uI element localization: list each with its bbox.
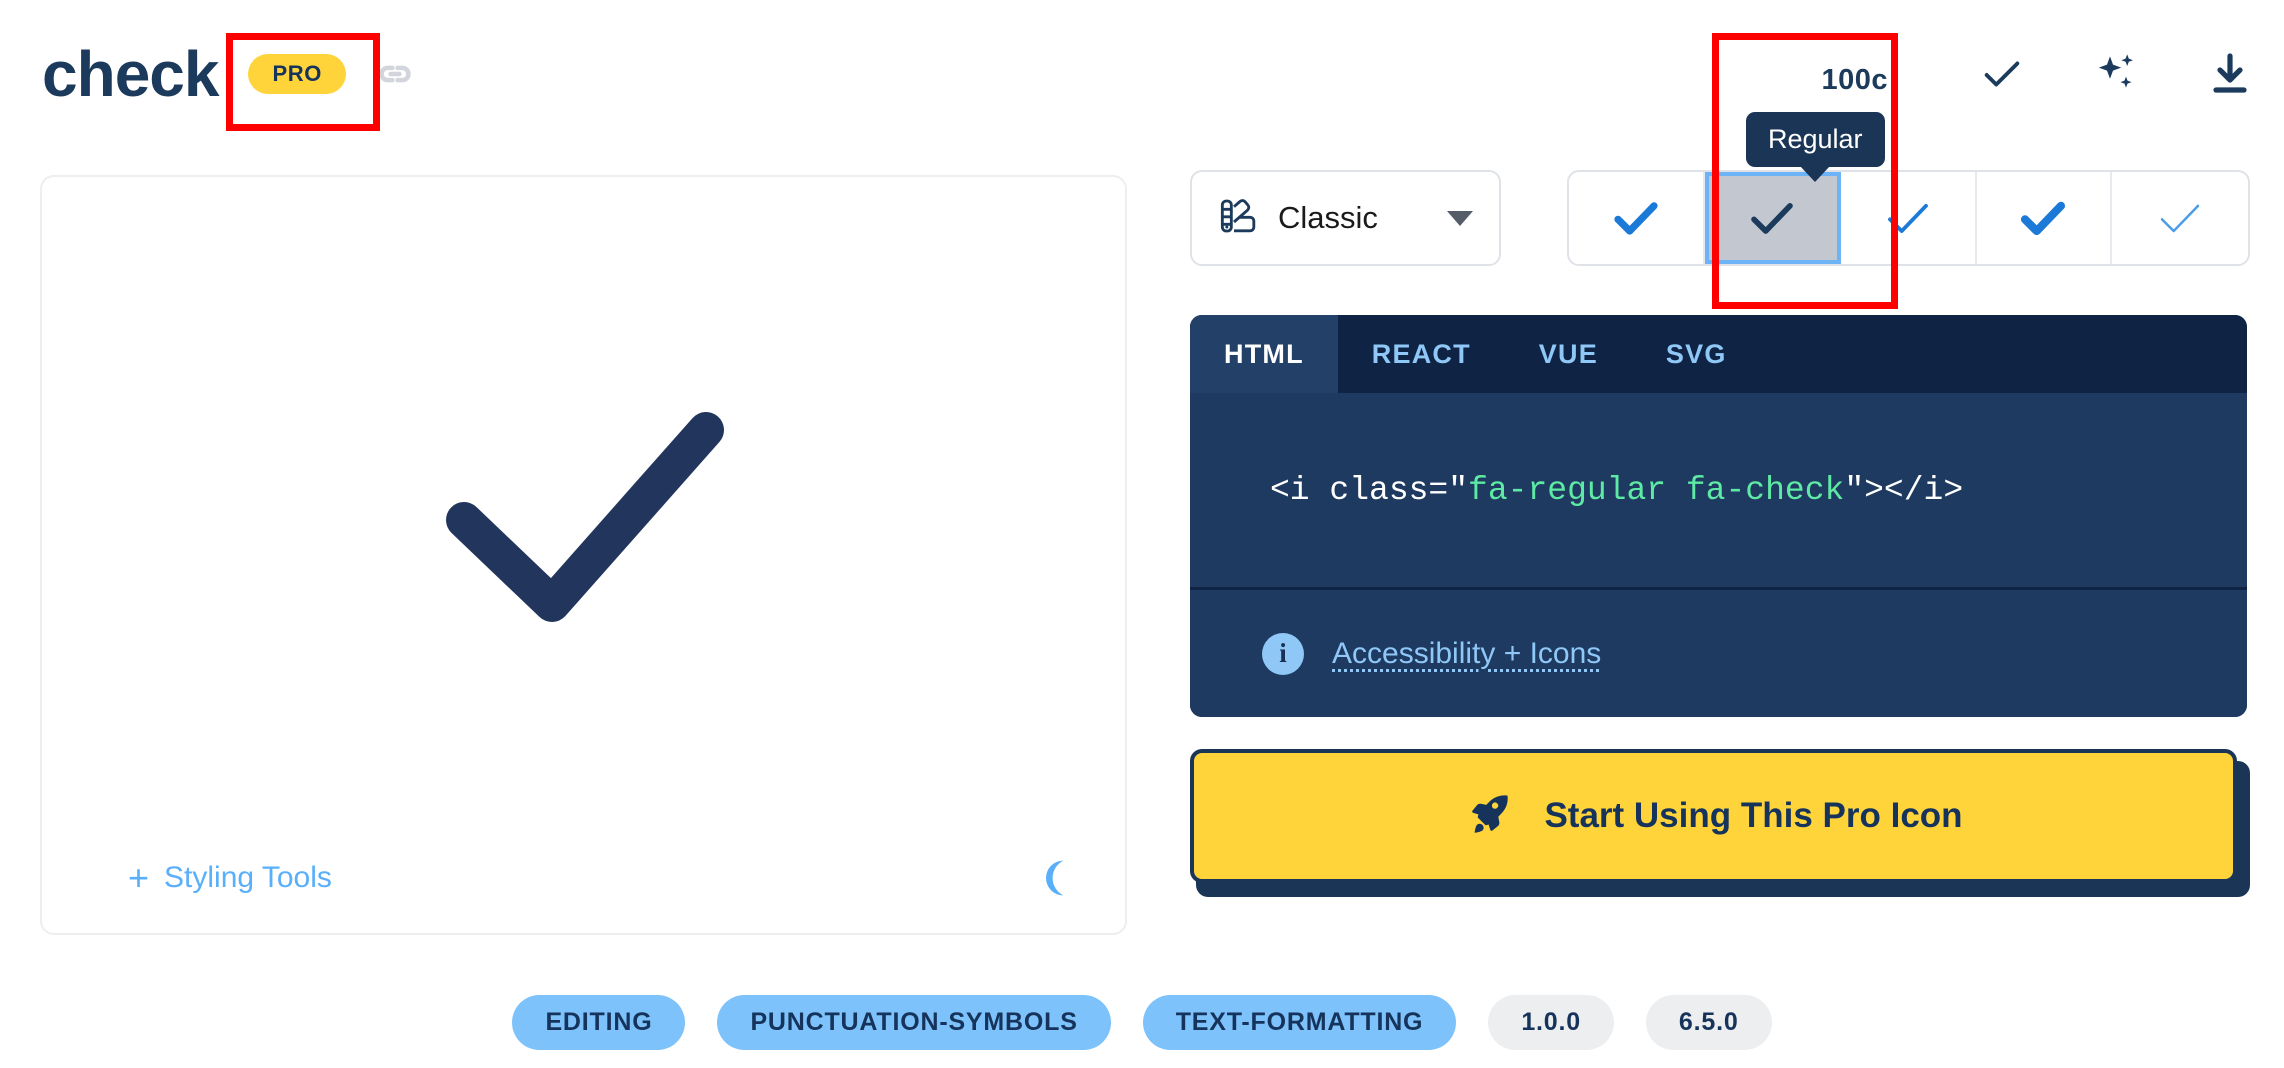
icon-preview-stage — [42, 177, 1125, 837]
tab-svg[interactable]: SVG — [1632, 315, 1761, 393]
style-picker — [1567, 170, 2250, 266]
tab-html[interactable]: HTML — [1190, 315, 1338, 393]
style-name-label: 100c — [1821, 64, 1888, 96]
tag-version-current[interactable]: 6.5.0 — [1645, 995, 1772, 1050]
code-class-value: fa-regular fa-check — [1468, 471, 1845, 509]
icon-preview-panel: + Styling Tools — [40, 175, 1127, 935]
header-tool-group — [1976, 48, 2256, 100]
cta-label: Start Using This Pro Icon — [1544, 796, 1963, 835]
pro-badge[interactable]: PRO — [248, 54, 346, 94]
code-panel: HTML REACT VUE SVG <i class=" fa-regular … — [1190, 315, 2247, 717]
style-controls-row: Classic — [1190, 170, 2250, 282]
chevron-down-icon — [1447, 210, 1474, 226]
link-icon[interactable] — [374, 53, 416, 95]
style-tooltip: Regular — [1746, 112, 1885, 167]
style-option-regular[interactable] — [1705, 172, 1841, 264]
preview-footer: + Styling Tools — [42, 823, 1125, 933]
tab-react[interactable]: REACT — [1338, 315, 1505, 393]
moon-icon[interactable] — [1035, 856, 1079, 900]
styling-tools-label: Styling Tools — [164, 861, 332, 894]
tag-editing[interactable]: EDITING — [512, 995, 686, 1050]
swatch-icon — [1218, 196, 1258, 241]
ai-sparkles-icon[interactable] — [2090, 48, 2142, 100]
style-option-thin[interactable] — [2112, 172, 2248, 264]
tab-vue[interactable]: VUE — [1505, 315, 1632, 393]
tag-text-formatting[interactable]: TEXT-FORMATTING — [1142, 995, 1457, 1050]
download-icon[interactable] — [2204, 48, 2256, 100]
code-suffix: "></i> — [1844, 471, 1964, 509]
family-select[interactable]: Classic — [1190, 170, 1502, 266]
code-prefix: <i class=" — [1270, 471, 1469, 509]
accessibility-link[interactable]: Accessibility + Icons — [1332, 637, 1601, 671]
family-select-value: Classic — [1278, 200, 1378, 235]
start-using-pro-icon-button[interactable]: Start Using This Pro Icon — [1190, 749, 2237, 883]
code-tabs: HTML REACT VUE SVG — [1190, 315, 2247, 393]
preview-check-glyph — [445, 412, 724, 622]
tag-row: EDITING PUNCTUATION-SYMBOLS TEXT-FORMATT… — [0, 995, 2284, 1050]
icon-config-column: Classic HTML REACT VUE SVG <i class=" fa… — [1190, 170, 2250, 897]
info-icon: i — [1262, 632, 1304, 675]
tag-punctuation-symbols[interactable]: PUNCTUATION-SYMBOLS — [717, 995, 1111, 1050]
preview-check-icon[interactable] — [1976, 48, 2028, 100]
page-header: check PRO 100c — [0, 0, 2284, 150]
icon-title-group: check PRO — [42, 42, 416, 106]
rocket-icon — [1464, 789, 1514, 844]
accessibility-row: i Accessibility + Icons — [1190, 590, 2247, 717]
style-option-light[interactable] — [1841, 172, 1977, 264]
page-title: check — [42, 38, 219, 110]
cta-wrapper: Start Using This Pro Icon — [1190, 749, 2250, 897]
plus-icon: + — [128, 857, 150, 898]
tag-version-added[interactable]: 1.0.0 — [1488, 995, 1614, 1050]
code-snippet[interactable]: <i class=" fa-regular fa-check "></i> — [1190, 393, 2247, 587]
style-option-duotone[interactable] — [1977, 172, 2113, 264]
style-option-solid[interactable] — [1569, 172, 1706, 264]
icon-detail-page: check PRO 100c + Styling Tools Classic H… — [0, 0, 2284, 1068]
styling-tools-button[interactable]: + Styling Tools — [128, 860, 332, 896]
